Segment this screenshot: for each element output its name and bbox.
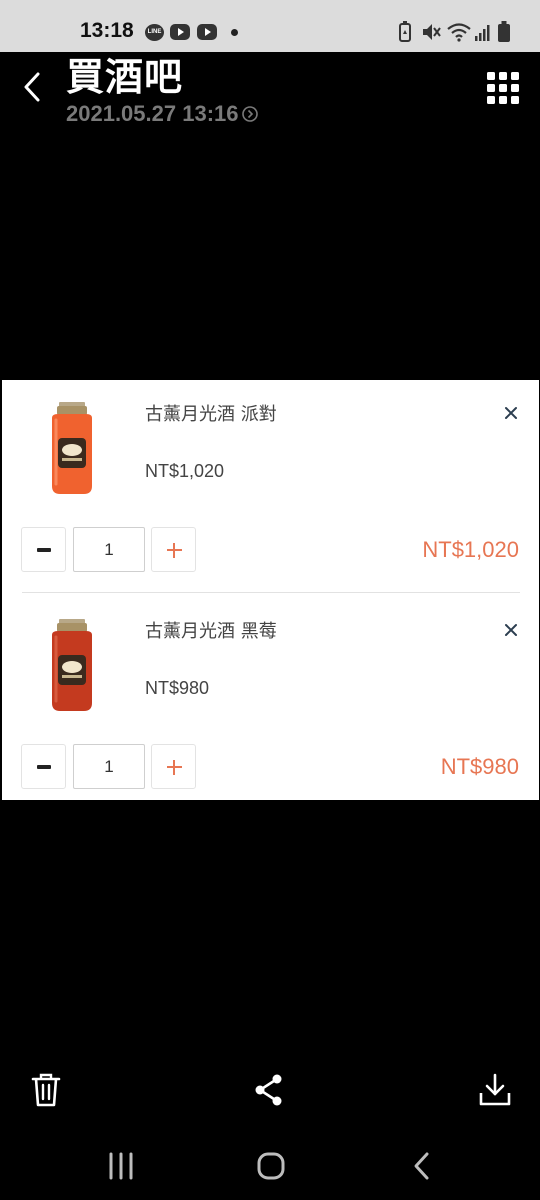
youtube-icon: [170, 24, 190, 40]
timestamp: 2021.05.27 13:16: [66, 101, 239, 126]
line-icon: LINE: [145, 24, 164, 41]
timestamp-row[interactable]: 2021.05.27 13:16: [66, 101, 259, 127]
cart-item: 古薰月光酒 黑莓 NT$980 1 NT$980: [2, 597, 539, 813]
remove-item-button[interactable]: [501, 620, 521, 640]
mute-icon: [423, 24, 441, 40]
youtube-icon: [197, 24, 217, 40]
notification-dot-icon: [231, 29, 238, 36]
item-divider: [22, 592, 520, 593]
product-image[interactable]: [42, 400, 102, 500]
battery-saver-icon: [399, 21, 411, 42]
cart-item: 古薰月光酒 派對 NT$1,020 1 NT$1,020: [2, 380, 539, 596]
line-total: NT$1,020: [422, 537, 519, 562]
quantity-input[interactable]: 1: [73, 527, 145, 572]
status-bar: 13:18 LINE: [0, 0, 540, 52]
page-title: 買酒吧: [66, 55, 184, 99]
home-icon[interactable]: [253, 1148, 289, 1184]
decrease-quantity-button[interactable]: [21, 744, 66, 789]
share-icon[interactable]: [251, 1072, 287, 1108]
product-image[interactable]: [42, 617, 102, 717]
remove-item-button[interactable]: [501, 403, 521, 423]
cart-card: 古薰月光酒 派對 NT$1,020 1 NT$1,020 古薰月光酒 黑莓 NT…: [2, 380, 539, 800]
unit-price: NT$980: [145, 678, 210, 698]
increase-quantity-button[interactable]: [151, 527, 196, 572]
chevron-right-circle-icon: [241, 106, 258, 122]
increase-quantity-button[interactable]: [151, 744, 196, 789]
product-name[interactable]: 古薰月光酒 派對: [145, 400, 277, 426]
battery-icon: [498, 21, 510, 42]
unit-price: NT$1,020: [145, 461, 225, 481]
status-time: 13:18: [80, 19, 134, 42]
quantity-input[interactable]: 1: [73, 744, 145, 789]
back-icon[interactable]: [405, 1148, 441, 1184]
decrease-quantity-button[interactable]: [21, 527, 66, 572]
product-name[interactable]: 古薰月光酒 黑莓: [145, 617, 277, 643]
line-total: NT$980: [440, 754, 519, 779]
download-icon[interactable]: [477, 1072, 513, 1108]
back-button[interactable]: [18, 68, 48, 106]
trash-icon[interactable]: [28, 1072, 64, 1108]
grid-menu-button[interactable]: [487, 72, 519, 104]
recent-apps-icon[interactable]: [103, 1148, 139, 1184]
wifi-icon: [447, 23, 471, 42]
signal-icon: [475, 25, 490, 41]
